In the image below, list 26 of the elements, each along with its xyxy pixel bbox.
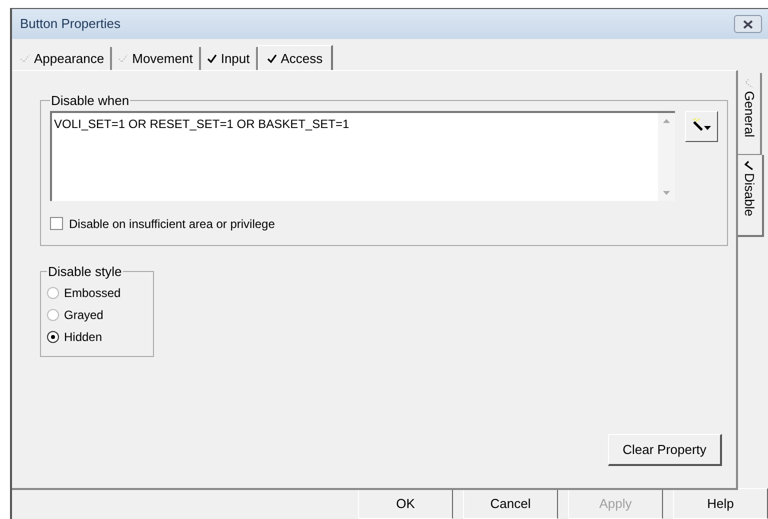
side-tab[interactable]: Disable [736, 155, 764, 237]
clear-property-button[interactable]: Clear Property [608, 434, 722, 466]
scroll-up-icon[interactable] [663, 118, 670, 122]
dialog-button[interactable]: Help [673, 488, 768, 519]
checkbox-label: Disable on insufficient area or privilege [69, 216, 275, 232]
radio-label: Grayed [64, 306, 104, 324]
close-button[interactable] [734, 15, 762, 33]
expression-field[interactable]: VOLI_SET=1 OR RESET_SET=1 OR BASKET_SET=1 [50, 110, 675, 200]
group-title: Disable style [47, 263, 123, 281]
wand-button[interactable] [685, 110, 718, 142]
group-title: Disable when [50, 92, 130, 110]
scroll-down-icon[interactable] [663, 190, 670, 194]
expression-text: VOLI_SET=1 OR RESET_SET=1 OR BASKET_SET=1 [53, 116, 350, 132]
radio-button[interactable] [47, 330, 59, 342]
tab[interactable]: Movement [112, 47, 201, 70]
tab[interactable]: Appearance [14, 47, 112, 70]
checkbox[interactable] [50, 217, 63, 230]
radio-button[interactable] [47, 308, 59, 320]
tab[interactable]: Access [258, 45, 333, 71]
radio-button[interactable] [47, 286, 59, 298]
close-icon [743, 20, 753, 28]
radio-label: Embossed [64, 284, 121, 302]
radio-label: Hidden [64, 328, 102, 346]
dialog-button[interactable]: OK [358, 488, 453, 519]
window-title: Button Properties [20, 15, 120, 34]
dialog-button[interactable]: Cancel [463, 488, 558, 519]
